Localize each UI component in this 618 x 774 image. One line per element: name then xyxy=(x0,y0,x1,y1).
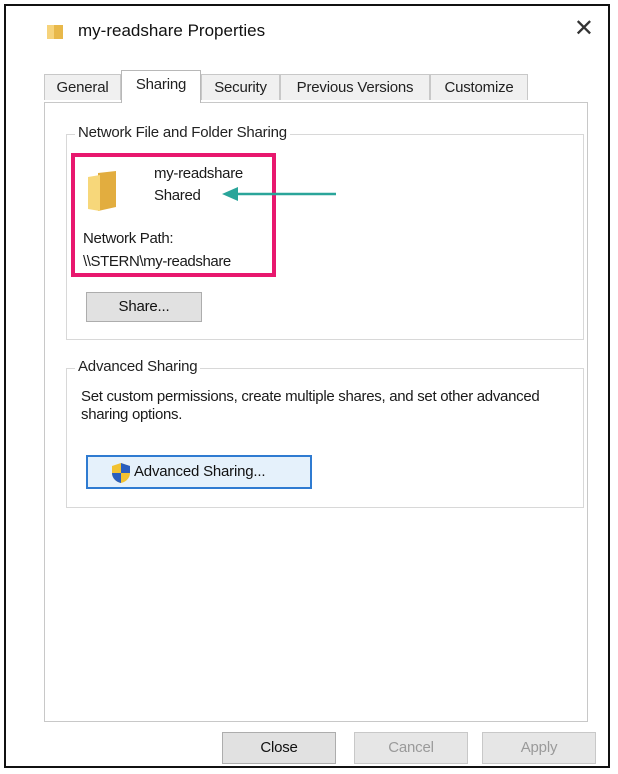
advanced-sharing-description: Set custom permissions, create multiple … xyxy=(81,388,540,423)
title-bar: my-readshare Properties ✕ xyxy=(6,6,608,60)
cancel-button[interactable]: Cancel xyxy=(354,732,468,764)
folder-icon xyxy=(47,25,63,39)
window-title: my-readshare Properties xyxy=(78,21,266,40)
close-icon[interactable]: ✕ xyxy=(574,14,594,44)
advanced-sharing-group: Advanced Sharing Set custom permissions,… xyxy=(66,358,584,508)
share-status: Shared xyxy=(154,187,201,204)
tab-general[interactable]: General xyxy=(44,74,121,100)
tab-previous-versions[interactable]: Previous Versions xyxy=(280,74,430,100)
network-sharing-title: Network File and Folder Sharing xyxy=(75,124,290,141)
network-path-label: Network Path: xyxy=(83,230,174,247)
tab-customize[interactable]: Customize xyxy=(430,74,528,100)
uac-shield-icon xyxy=(112,463,130,483)
tab-security[interactable]: Security xyxy=(201,74,280,100)
share-button[interactable]: Share... xyxy=(86,292,202,322)
arrow-icon xyxy=(222,187,336,201)
network-sharing-group: Network File and Folder Sharing my-reads… xyxy=(66,124,584,340)
advanced-sharing-title: Advanced Sharing xyxy=(75,358,201,375)
sharing-tab-panel: Network File and Folder Sharing my-reads… xyxy=(44,102,588,722)
properties-dialog: my-readshare Properties ✕ General Sharin… xyxy=(4,4,610,768)
tab-sharing[interactable]: Sharing xyxy=(121,70,201,103)
advanced-sharing-button-label: Advanced Sharing... xyxy=(134,463,266,480)
shared-folder-icon xyxy=(88,171,116,211)
apply-button[interactable]: Apply xyxy=(482,732,596,764)
advanced-sharing-button[interactable]: Advanced Sharing... xyxy=(86,455,312,489)
share-name: my-readshare xyxy=(154,165,243,182)
close-button[interactable]: Close xyxy=(222,732,336,764)
network-path-value: \\STERN\my-readshare xyxy=(83,253,231,270)
